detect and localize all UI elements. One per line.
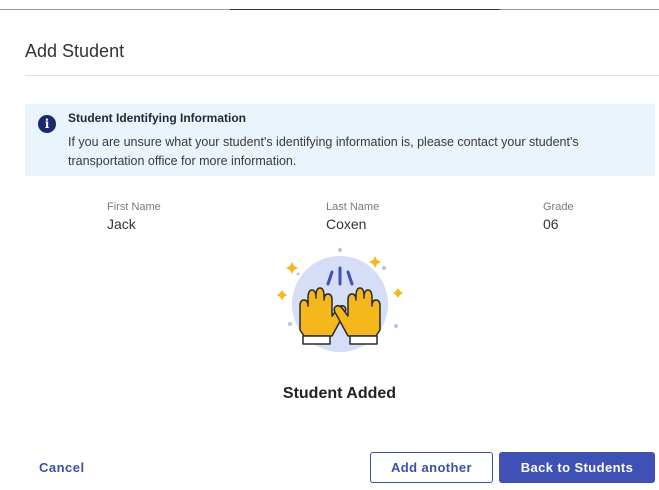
- info-text: If you are unsure what your student's id…: [68, 135, 579, 168]
- modal-title: Add Student: [25, 41, 125, 61]
- add-another-button[interactable]: Add another: [370, 452, 493, 483]
- cancel-button[interactable]: Cancel: [39, 460, 85, 475]
- info-icon: i: [38, 115, 56, 133]
- first-name-value: Jack: [107, 216, 136, 232]
- info-banner: i Student Identifying Information If you…: [25, 104, 655, 176]
- first-name-label: First Name: [107, 201, 161, 213]
- header-divider: [25, 75, 659, 76]
- top-border-accent: [230, 9, 500, 10]
- last-name-value: Coxen: [326, 216, 367, 232]
- success-message: Student Added: [282, 385, 397, 402]
- grade-label: Grade: [543, 201, 574, 213]
- grade-value: 06: [543, 216, 559, 232]
- last-name-field: Last Name Coxen: [326, 201, 379, 232]
- raised-hands-celebration-icon: [277, 248, 403, 352]
- first-name-field: First Name Jack: [107, 201, 161, 232]
- back-to-students-button[interactable]: Back to Students: [499, 452, 655, 483]
- info-heading: Student Identifying Information: [68, 111, 246, 125]
- last-name-label: Last Name: [326, 201, 380, 213]
- grade-field: Grade 06: [543, 201, 574, 232]
